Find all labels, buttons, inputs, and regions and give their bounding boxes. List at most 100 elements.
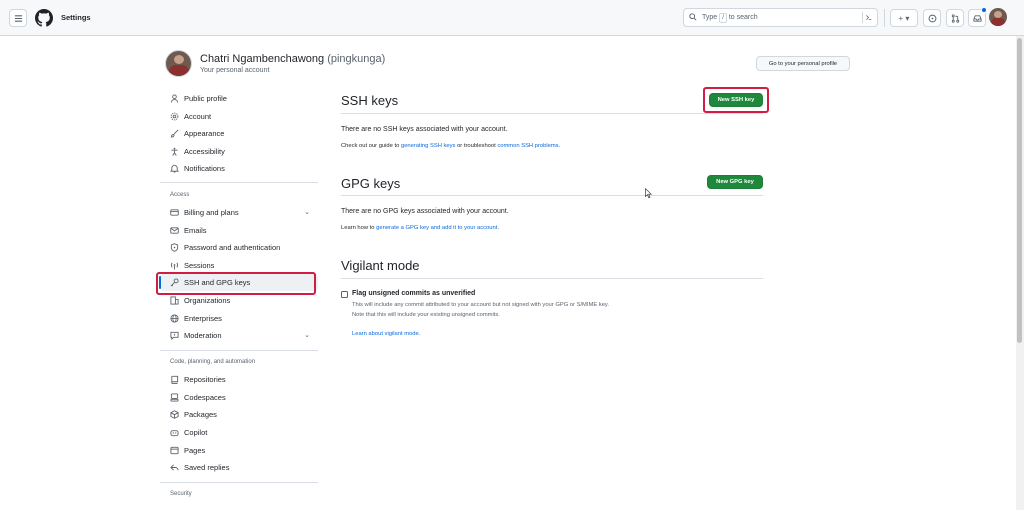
sidebar-item-label: Enterprises <box>184 314 222 323</box>
sidebar-item-accessibility[interactable]: Accessibility <box>160 143 318 160</box>
sidebar-item-enterprises[interactable]: Enterprises <box>160 310 318 327</box>
learn-vigilant-mode-link[interactable]: Learn about vigilant mode. <box>352 331 420 337</box>
sidebar-item-appearance[interactable]: Appearance <box>160 125 318 142</box>
sidebar-item-pages[interactable]: Pages <box>160 442 318 459</box>
ssh-guide-end: . <box>558 143 561 149</box>
sidebar-item-label: Organizations <box>184 296 231 305</box>
common-ssh-problems-link[interactable]: common SSH problems <box>497 143 558 149</box>
chevron-down-icon[interactable]: ⌄ <box>304 331 310 339</box>
sidebar-heading-security: Security <box>170 491 192 497</box>
shield-lock-icon <box>169 243 179 253</box>
accessibility-icon <box>169 147 179 157</box>
sidebar-item-label: Copilot <box>184 428 208 437</box>
command-palette-icon[interactable] <box>862 12 874 23</box>
annotation-highlight-new-ssh <box>703 87 769 113</box>
sidebar-heading-access: Access <box>170 192 190 198</box>
chevron-down-icon[interactable]: ⌄ <box>304 208 310 216</box>
header-title[interactable]: Settings <box>61 13 91 22</box>
create-new-button[interactable]: + ▾ <box>890 9 918 27</box>
vigilant-mode-heading: Vigilant mode <box>341 258 420 273</box>
sidebar-item-moderation[interactable]: Moderation ⌄ <box>160 327 318 344</box>
profile-name[interactable]: Chatri Ngambenchawong <box>200 53 324 65</box>
search-icon <box>689 13 697 23</box>
sidebar-item-saved-replies[interactable]: Saved replies <box>160 459 318 476</box>
ssh-guide-prefix: Check out our guide to <box>341 143 400 149</box>
copilot-icon <box>169 428 179 438</box>
person-icon <box>169 94 179 104</box>
sidebar-item-account[interactable]: Account <box>160 108 318 125</box>
sidebar-item-label: Billing and plans <box>184 208 239 217</box>
sidebar-item-label: Appearance <box>184 129 225 138</box>
browser-icon <box>169 446 179 456</box>
issues-icon[interactable] <box>923 9 941 27</box>
mouse-cursor-icon <box>645 186 653 204</box>
vigilant-checkbox[interactable] <box>341 291 348 298</box>
profile-handle: (pingkunga) <box>327 53 386 65</box>
profile-subtitle: Your personal account <box>200 67 270 74</box>
sidebar-item-label: Pages <box>184 446 206 455</box>
notification-dot <box>981 7 987 13</box>
profile-name-line: Chatri Ngambenchawong (pingkunga) <box>200 53 385 65</box>
vigilant-desc-2: Note that this will include your existin… <box>352 312 500 318</box>
sidebar-item-password-auth[interactable]: Password and authentication <box>160 239 318 256</box>
sidebar-item-public-profile[interactable]: Public profile <box>160 90 318 107</box>
sidebar-item-label: Packages <box>184 410 217 419</box>
package-icon <box>169 410 179 420</box>
sidebar-item-billing[interactable]: Billing and plans ⌄ <box>160 204 318 221</box>
vigilant-divider <box>341 278 763 279</box>
bell-icon <box>169 164 179 174</box>
gpg-divider <box>341 195 763 196</box>
report-icon <box>169 331 179 341</box>
globe-icon <box>169 314 179 324</box>
gpg-empty-text: There are no GPG keys associated with yo… <box>341 208 509 215</box>
sidebar-item-label: Password and authentication <box>184 243 281 252</box>
broadcast-icon <box>169 261 179 271</box>
sidebar-item-notifications[interactable]: Notifications <box>160 160 318 177</box>
sidebar-item-repositories[interactable]: Repositories <box>160 371 318 388</box>
paintbrush-icon <box>169 129 179 139</box>
search-placeholder-prefix: Type <box>702 14 718 21</box>
repo-icon <box>169 375 179 385</box>
scrollbar-thumb[interactable] <box>1017 38 1022 343</box>
sidebar-item-copilot[interactable]: Copilot <box>160 424 318 441</box>
sidebar-item-packages[interactable]: Packages <box>160 406 318 423</box>
go-to-profile-button[interactable]: Go to your personal profile <box>756 56 850 71</box>
sidebar-item-emails[interactable]: Emails <box>160 222 318 239</box>
codespaces-icon <box>169 393 179 403</box>
sidebar-item-codespaces[interactable]: Codespaces <box>160 389 318 406</box>
top-header: Settings Type / to search + ▾ <box>0 0 1024 36</box>
vigilant-checkbox-label[interactable]: Flag unsigned commits as unverified <box>352 290 475 297</box>
search-input[interactable]: Type / to search <box>683 8 878 27</box>
github-logo-icon[interactable] <box>35 9 53 27</box>
ssh-divider <box>341 113 763 114</box>
header-divider <box>884 9 885 27</box>
sidebar-item-label: Codespaces <box>184 393 226 402</box>
sidebar-item-label: Notifications <box>184 164 225 173</box>
new-gpg-key-button[interactable]: New GPG key <box>707 175 763 189</box>
sidebar-divider <box>160 182 318 183</box>
gpg-learn-prefix: Learn how to <box>341 225 375 231</box>
sidebar-item-label: Sessions <box>184 261 215 270</box>
sidebar-heading-code: Code, planning, and automation <box>170 359 256 365</box>
ssh-guide-mid: or troubleshoot <box>457 143 496 149</box>
sidebar-divider <box>160 482 318 483</box>
search-shortcut-key: / <box>719 12 727 23</box>
sidebar-item-label: Public profile <box>184 94 227 103</box>
generate-gpg-key-link[interactable]: generate a GPG key and add it to your ac… <box>376 225 497 231</box>
annotation-highlight-ssh-gpg <box>156 272 316 295</box>
sidebar-item-label: Repositories <box>184 375 226 384</box>
sidebar-item-label: Saved replies <box>184 463 230 472</box>
ssh-keys-heading: SSH keys <box>341 93 399 108</box>
ssh-empty-text: There are no SSH keys associated with yo… <box>341 126 508 133</box>
gpg-keys-heading: GPG keys <box>341 176 401 191</box>
sidebar-item-label: Moderation <box>184 331 222 340</box>
gear-icon <box>169 112 179 122</box>
user-avatar[interactable] <box>989 8 1007 26</box>
sidebar-divider <box>160 350 318 351</box>
pull-requests-icon[interactable] <box>946 9 964 27</box>
mail-icon <box>169 226 179 236</box>
sidebar-item-label: Accessibility <box>184 147 225 156</box>
hamburger-menu-icon[interactable] <box>9 9 27 27</box>
gpg-learn-text: Learn how to generate a GPG key and add … <box>341 225 499 231</box>
generating-ssh-keys-link[interactable]: generating SSH keys <box>401 143 455 149</box>
